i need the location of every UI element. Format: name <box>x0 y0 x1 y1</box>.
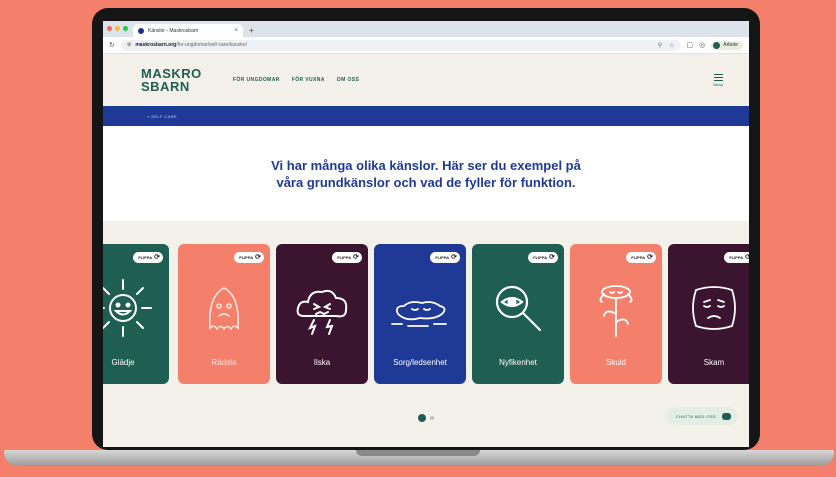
flip-button[interactable]: FLIPPA ⟳ <box>528 252 558 263</box>
close-tab-icon[interactable]: × <box>234 28 238 34</box>
card-label: Skuld <box>605 358 626 367</box>
flip-button[interactable]: FLIPPA ⟳ <box>332 252 362 263</box>
chat-label: CHATTA MED OSS <box>675 413 716 419</box>
menu-button[interactable]: Meny <box>713 73 723 87</box>
emotion-carousel: FLIPPA ⟳ Glädje FLIPPA ⟳ Rädsla FLIPPA ⟳… <box>103 244 749 384</box>
puddle-face-icon <box>391 301 447 327</box>
laptop-notch <box>356 450 480 456</box>
profile-name: Arbete <box>723 42 738 48</box>
flip-icon: ⟳ <box>745 254 749 261</box>
flip-icon: ⟳ <box>353 254 359 261</box>
laptop-screen: Känslor - Maskrosbarn × + ↻ ⚙ maskrosbar… <box>92 8 760 450</box>
site-info-icon[interactable]: ⚙ <box>127 42 131 48</box>
downloads-icon[interactable]: ◎ <box>699 41 705 49</box>
card-label: Nyfikenhet <box>499 358 537 367</box>
flip-button[interactable]: FLIPPA ⟳ <box>626 252 656 263</box>
close-window-button[interactable] <box>107 26 112 31</box>
url-path: /for-ungdomar/self-care/kanslor/ <box>176 42 248 48</box>
ghost-icon <box>208 287 240 331</box>
flip-button[interactable]: FLIPPA ⟳ <box>234 252 264 263</box>
chat-button[interactable]: CHATTA MED OSS <box>665 407 737 425</box>
maximize-window-button[interactable] <box>123 26 128 31</box>
pagination-dot-active[interactable] <box>418 414 426 422</box>
browser-tab[interactable]: Känslor - Maskrosbarn × <box>133 24 243 37</box>
minimize-window-button[interactable] <box>115 26 120 31</box>
new-tab-button[interactable]: + <box>249 24 254 37</box>
card-label: Ilska <box>313 358 331 367</box>
window-controls <box>107 26 128 31</box>
menu-label: Meny <box>713 81 723 87</box>
browser-window: Känslor - Maskrosbarn × + ↻ ⚙ maskrosbar… <box>103 21 749 447</box>
hamburger-icon <box>713 73 723 81</box>
main-nav: FÖR UNGDOMAR FÖR VUXNA OM OSS <box>233 77 359 83</box>
browser-tabbar: Känslor - Maskrosbarn × + <box>103 21 749 37</box>
tab-title: Känslor - Maskrosbarn <box>148 27 199 34</box>
card-label: Skam <box>703 358 725 367</box>
emotion-card-skuld[interactable]: FLIPPA ⟳ Skuld <box>570 244 662 384</box>
reload-icon[interactable]: ↻ <box>109 41 115 49</box>
breadcrumb-band: < SELF CARE <box>103 106 749 126</box>
storm-cloud-icon <box>296 289 348 335</box>
site-header: MASKRO SBARN FÖR UNGDOMAR FÖR VUXNA OM O… <box>103 54 749 106</box>
nav-item-ungdomar[interactable]: FÖR UNGDOMAR <box>233 77 280 83</box>
address-bar[interactable]: ⚙ maskrosbarn.org/for-ungdomar/self-care… <box>120 39 681 51</box>
site-logo[interactable]: MASKRO SBARN <box>141 67 221 93</box>
breadcrumb[interactable]: < SELF CARE <box>147 114 177 119</box>
url-host: maskrosbarn.org <box>135 42 177 48</box>
chat-bubble-icon <box>722 412 731 420</box>
sun-face-icon <box>103 279 152 337</box>
emotion-card-sorg[interactable]: FLIPPA ⟳ Sorg/ledsenhet <box>374 244 466 384</box>
extensions-icon[interactable]: ▢ <box>687 41 694 49</box>
browser-toolbar: ↻ ⚙ maskrosbarn.org/for-ungdomar/self-ca… <box>103 37 749 54</box>
carousel-pagination <box>103 414 749 422</box>
profile-button[interactable]: Arbete <box>711 40 743 50</box>
flip-button[interactable]: FLIPPA ⟳ <box>430 252 460 263</box>
emotion-card-nyfikenhet[interactable]: FLIPPA ⟳ Nyfikenhet <box>472 244 564 384</box>
flip-icon: ⟳ <box>154 254 160 261</box>
flip-button[interactable]: FLIPPA ⟳ <box>724 252 749 263</box>
card-label: Glädje <box>111 358 135 367</box>
pagination-dot[interactable] <box>430 416 434 420</box>
page-title: Vi har många olika känslor. Här ser du e… <box>271 157 581 190</box>
ashamed-face-icon <box>692 286 736 330</box>
nav-item-vuxna[interactable]: FÖR VUXNA <box>292 77 325 83</box>
flip-icon: ⟳ <box>549 254 555 261</box>
bookmark-star-icon[interactable]: ☆ <box>669 42 674 49</box>
emotion-card-skam[interactable]: FLIPPA ⟳ Skam <box>668 244 749 384</box>
site-favicon-icon <box>138 27 144 34</box>
wilted-flower-icon <box>599 285 633 337</box>
flip-button[interactable]: FLIPPA ⟳ <box>133 252 163 263</box>
card-label: Sorg/ledsenhet <box>393 358 447 367</box>
search-icon[interactable]: ⚲ <box>658 42 662 49</box>
flip-icon: ⟳ <box>647 254 653 261</box>
nav-item-om-oss[interactable]: OM OSS <box>337 77 359 83</box>
card-label: Rädsla <box>211 358 237 367</box>
emotion-card-ilska[interactable]: FLIPPA ⟳ Ilska <box>276 244 368 384</box>
flip-icon: ⟳ <box>255 254 261 261</box>
hero-section: Vi har många olika känslor. Här ser du e… <box>103 126 749 221</box>
avatar <box>713 41 721 49</box>
flip-icon: ⟳ <box>451 254 457 261</box>
magnifier-eye-icon <box>495 285 542 332</box>
emotion-card-gladje[interactable]: FLIPPA ⟳ Glädje <box>103 244 169 384</box>
logo-line-2: SBARN <box>141 79 190 94</box>
emotion-card-radsla[interactable]: FLIPPA ⟳ Rädsla <box>178 244 270 384</box>
